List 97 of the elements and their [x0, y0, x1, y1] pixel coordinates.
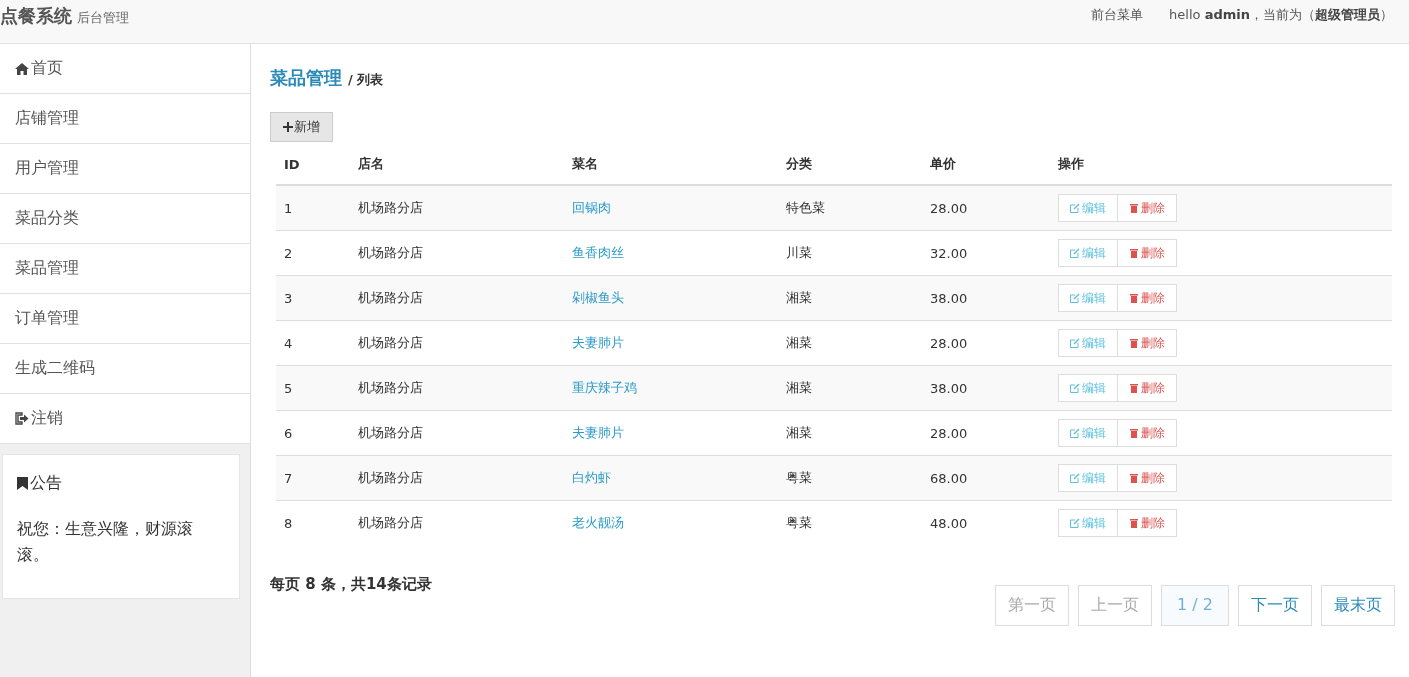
delete-button[interactable]: 删除 — [1118, 239, 1177, 267]
table-cell: 1 — [284, 200, 293, 216]
edit-button[interactable]: 编辑 — [1058, 329, 1118, 357]
sidebar-item[interactable]: 菜品分类 — [0, 194, 250, 244]
edit-icon — [1070, 203, 1080, 213]
trash-icon — [1129, 293, 1139, 303]
table-cell: 机场路分店 — [358, 425, 423, 440]
edit-button[interactable]: 编辑 — [1058, 374, 1118, 402]
table-cell: 机场路分店 — [358, 470, 423, 485]
table-cell: 湘菜 — [786, 380, 812, 395]
trash-icon — [1129, 338, 1139, 348]
table-cell: 38.00 — [930, 380, 968, 396]
dish-link[interactable]: 老火靓汤 — [572, 515, 624, 530]
trash-icon — [1129, 248, 1139, 258]
edit-icon — [1070, 428, 1080, 438]
edit-icon — [1070, 518, 1080, 528]
dish-link[interactable]: 夫妻肺片 — [572, 425, 624, 440]
edit-button[interactable]: 编辑 — [1058, 464, 1118, 492]
edit-icon — [1070, 473, 1080, 483]
table-cell: 28.00 — [930, 200, 968, 216]
page-button[interactable]: 下一页 — [1238, 585, 1312, 626]
sidebar-item[interactable]: 注销 — [0, 394, 250, 444]
dish-link[interactable]: 回锅肉 — [572, 200, 611, 215]
table-cell: 48.00 — [930, 515, 968, 531]
trash-icon — [1129, 383, 1139, 393]
table-cell: 38.00 — [930, 290, 968, 306]
edit-icon — [1070, 248, 1080, 258]
table-cell: 湘菜 — [786, 290, 812, 305]
dish-link[interactable]: 重庆辣子鸡 — [572, 380, 637, 395]
table-cell: 5 — [284, 380, 293, 396]
table-cell: 湘菜 — [786, 335, 812, 350]
table-cell: 6 — [284, 425, 293, 441]
dish-link[interactable]: 夫妻肺片 — [572, 335, 624, 350]
welcome-text: hello admin，当前为（超级管理员） — [1169, 6, 1393, 24]
delete-button[interactable]: 删除 — [1118, 374, 1177, 402]
dish-link[interactable]: 白灼虾 — [572, 470, 611, 485]
table-cell: 28.00 — [930, 335, 968, 351]
dish-link[interactable]: 鱼香肉丝 — [572, 245, 624, 260]
sidebar-item[interactable]: 店铺管理 — [0, 94, 250, 144]
home-icon — [15, 62, 29, 75]
edit-button[interactable]: 编辑 — [1058, 194, 1118, 222]
section-title: 菜品管理 — [270, 66, 342, 90]
delete-button[interactable]: 删除 — [1118, 194, 1177, 222]
sidebar-item[interactable]: 菜品管理 — [0, 244, 250, 294]
edit-icon — [1070, 338, 1080, 348]
page-indicator[interactable]: 1 / 2 — [1161, 585, 1229, 626]
table-cell: 7 — [284, 470, 293, 486]
edit-button[interactable]: 编辑 — [1058, 239, 1118, 267]
sidebar-item[interactable]: 首页 — [0, 44, 250, 94]
edit-button[interactable]: 编辑 — [1058, 419, 1118, 447]
delete-button[interactable]: 删除 — [1118, 509, 1177, 537]
record-summary: 每页 8 条，共14条记录 — [270, 574, 432, 595]
table-cell: 特色菜 — [786, 200, 825, 215]
dish-link[interactable]: 剁椒鱼头 — [572, 290, 624, 305]
table-cell: 湘菜 — [786, 425, 812, 440]
table-cell: 4 — [284, 335, 293, 351]
sidebar-item[interactable]: 生成二维码 — [0, 344, 250, 394]
sidebar-item[interactable]: 订单管理 — [0, 294, 250, 344]
edit-icon — [1070, 383, 1080, 393]
edit-button[interactable]: 编辑 — [1058, 284, 1118, 312]
table-cell: 28.00 — [930, 425, 968, 441]
sidebar-item[interactable]: 用户管理 — [0, 144, 250, 194]
table-cell: 机场路分店 — [358, 335, 423, 350]
notice-title: 公告 — [30, 473, 62, 494]
table-cell: 机场路分店 — [358, 200, 423, 215]
delete-button[interactable]: 删除 — [1118, 329, 1177, 357]
add-button[interactable]: 新增 — [270, 112, 333, 142]
trash-icon — [1129, 473, 1139, 483]
table-cell: 机场路分店 — [358, 515, 423, 530]
delete-button[interactable]: 删除 — [1118, 419, 1177, 447]
bookmark-icon — [17, 477, 28, 490]
trash-icon — [1129, 203, 1139, 213]
trash-icon — [1129, 518, 1139, 528]
edit-button[interactable]: 编辑 — [1058, 509, 1118, 537]
delete-button[interactable]: 删除 — [1118, 284, 1177, 312]
table-cell: 8 — [284, 515, 293, 531]
page-button[interactable]: 最末页 — [1321, 585, 1395, 626]
trash-icon — [1129, 428, 1139, 438]
front-menu-link[interactable]: 前台菜单 — [1091, 6, 1144, 24]
app-title: 点餐系统 — [0, 4, 72, 28]
table-cell: 3 — [284, 290, 293, 306]
table-cell: 粤菜 — [786, 470, 812, 485]
table-cell: 机场路分店 — [358, 245, 423, 260]
breadcrumb-page: / 列表 — [348, 71, 384, 89]
table-cell: 2 — [284, 245, 293, 261]
app-subtitle: 后台管理 — [77, 9, 129, 27]
edit-icon — [1070, 293, 1080, 303]
logout-icon — [15, 412, 29, 425]
table-cell: 32.00 — [930, 245, 968, 261]
table-cell: 川菜 — [786, 245, 812, 260]
table-cell: 机场路分店 — [358, 380, 423, 395]
notice-text: 祝您：生意兴隆，财源滚滚。 — [17, 518, 194, 566]
delete-button[interactable]: 删除 — [1118, 464, 1177, 492]
plus-icon — [283, 122, 293, 132]
table-cell: 机场路分店 — [358, 290, 423, 305]
table-cell: 68.00 — [930, 470, 968, 486]
table-cell: 粤菜 — [786, 515, 812, 530]
